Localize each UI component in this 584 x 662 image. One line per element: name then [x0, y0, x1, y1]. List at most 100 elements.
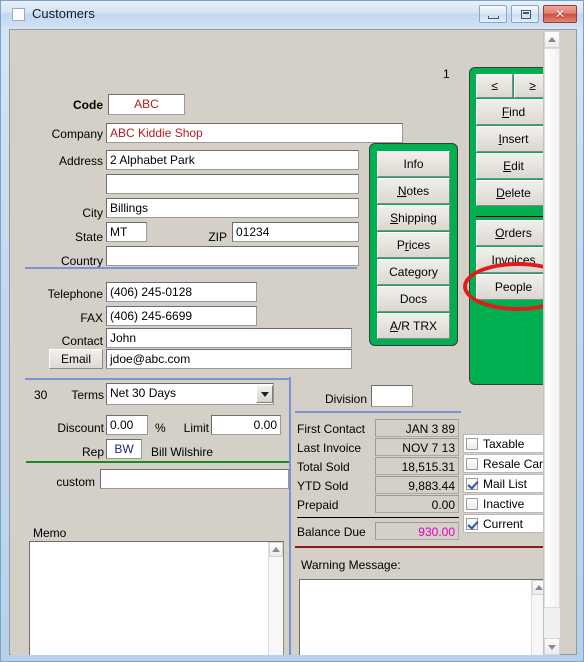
email-button[interactable]: Email: [49, 349, 103, 369]
address-label: Address: [58, 154, 103, 168]
fax-label: FAX: [80, 311, 103, 325]
email-field[interactable]: jdoe@abc.com: [106, 349, 352, 369]
maximize-icon: [521, 10, 531, 19]
insert-button[interactable]: Insert: [476, 126, 551, 152]
invoices-button[interactable]: In v oices: [476, 247, 551, 273]
company-field[interactable]: ABC Kiddie Shop: [106, 123, 403, 143]
arrow-down-icon: [548, 644, 556, 650]
tab-docs[interactable]: Docs: [377, 286, 450, 312]
company-label: Company: [51, 127, 103, 141]
window-title: Customers: [32, 6, 95, 21]
first-contact-value: JAN 3 89: [375, 419, 459, 437]
maximize-button[interactable]: [511, 5, 539, 23]
state-field[interactable]: MT: [106, 222, 147, 242]
customers-window: Customers ✕ 1 Code ABC Company ABC Kiddi…: [0, 0, 584, 662]
find-button[interactable]: Find: [476, 99, 551, 125]
tab-panel: Info Notes Shipping Pr ices Category Docs…: [369, 143, 458, 346]
close-button[interactable]: ✕: [543, 5, 577, 23]
edit-button[interactable]: Edit: [476, 153, 551, 179]
separator-financials: [295, 411, 461, 413]
zip-label: ZIP: [208, 230, 227, 244]
terms-label: Terms: [71, 388, 104, 402]
checkbox-label-taxable: Taxable: [483, 436, 525, 451]
checkbox-label-inactive: Inactive: [483, 496, 525, 511]
tab-ar-trx[interactable]: A/R TRX: [377, 313, 450, 339]
address-line2-field[interactable]: [106, 174, 359, 194]
arrow-up-icon: [272, 546, 280, 552]
terms-select[interactable]: Net 30 Days: [106, 383, 274, 405]
separator-balance: [297, 517, 459, 518]
memo-scroll-up-button[interactable]: [269, 542, 283, 557]
customer-form: 1 Code ABC Company ABC Kiddie Shop Addre…: [11, 31, 560, 655]
checkbox-label-current: Current: [483, 516, 524, 531]
tab-shipping[interactable]: Shipping: [377, 205, 450, 231]
tab-category[interactable]: Category: [377, 259, 450, 285]
form-scrollbar[interactable]: [543, 31, 560, 655]
scroll-up-button[interactable]: [544, 31, 560, 48]
delete-label: elete: [504, 186, 531, 200]
arrow-up-icon: [548, 36, 556, 42]
rep-code-field[interactable]: BW: [106, 439, 142, 459]
contact-label: Contact: [61, 334, 103, 348]
scroll-down-button[interactable]: [544, 638, 560, 655]
nav-separator: [476, 216, 551, 217]
percent-symbol: %: [155, 421, 166, 435]
tab-prices[interactable]: Pr ices: [377, 232, 450, 258]
memo-scrollbar[interactable]: [268, 542, 283, 655]
state-label: State: [74, 230, 103, 244]
tab-notes-label: otes: [406, 184, 430, 198]
minimize-button[interactable]: [479, 5, 507, 23]
discount-label: Discount: [57, 421, 104, 435]
prev-record-button[interactable]: ≤: [476, 74, 513, 98]
checkbox-mail-list[interactable]: [466, 477, 478, 490]
invoices-label: oices: [507, 253, 536, 267]
warning-textarea[interactable]: [299, 579, 547, 655]
tab-ar-trx-label: /R TRX: [397, 319, 438, 333]
memo-label: Memo: [33, 526, 67, 540]
terms-dropdown-button[interactable]: [256, 385, 273, 403]
tab-info[interactable]: Info: [377, 151, 450, 177]
checkbox-inactive[interactable]: [466, 497, 478, 510]
rep-name-label: Bill Wilshire: [151, 445, 214, 459]
division-field[interactable]: [371, 385, 413, 407]
contact-field[interactable]: John: [106, 328, 352, 348]
prepaid-label: Prepaid: [297, 498, 339, 512]
window-icon: [12, 8, 25, 21]
zip-field[interactable]: 01234: [232, 222, 359, 242]
telephone-field[interactable]: (406) 245-0128: [106, 282, 257, 302]
panel-divider-vertical: [289, 377, 291, 655]
code-field[interactable]: ABC: [108, 94, 185, 115]
checkbox-taxable[interactable]: [466, 437, 478, 450]
country-field[interactable]: [106, 246, 359, 266]
prev-record-label: ≤: [491, 79, 498, 93]
checkbox-label-mail-list: Mail List: [483, 476, 528, 491]
tab-notes[interactable]: Notes: [377, 178, 450, 204]
memo-textarea[interactable]: [29, 541, 284, 655]
balance-due-label: Balance Due: [297, 525, 366, 539]
close-icon: ✕: [554, 7, 566, 21]
scroll-thumb[interactable]: [544, 48, 560, 608]
discount-field[interactable]: 0.00: [106, 415, 148, 435]
division-label: Division: [324, 392, 367, 406]
insert-label: nsert: [501, 132, 529, 146]
city-field[interactable]: Billings: [106, 198, 359, 218]
people-label: People: [494, 280, 533, 294]
people-button[interactable]: People: [476, 274, 551, 300]
delete-button[interactable]: Delete: [476, 180, 551, 206]
custom-field[interactable]: [100, 469, 289, 489]
checkbox-label-resale-card: Resale Card: [483, 456, 550, 471]
window-controls: ✕: [479, 5, 577, 23]
fax-field[interactable]: (406) 245-6699: [106, 306, 257, 326]
country-label: Country: [60, 254, 103, 268]
total-sold-label: Total Sold: [297, 460, 350, 474]
balance-due-value: 930.00: [375, 522, 459, 540]
address-line1-field[interactable]: 2 Alphabet Park: [106, 150, 359, 170]
limit-field[interactable]: 0.00: [211, 415, 281, 435]
tab-prices-label: ices: [408, 238, 431, 252]
limit-label: Limit: [183, 421, 209, 435]
orders-button[interactable]: Orders: [476, 220, 551, 246]
chevron-down-icon: [260, 392, 269, 397]
ytd-sold-label: YTD Sold: [297, 479, 349, 493]
checkbox-current[interactable]: [466, 517, 478, 530]
checkbox-resale-card[interactable]: [466, 457, 478, 470]
